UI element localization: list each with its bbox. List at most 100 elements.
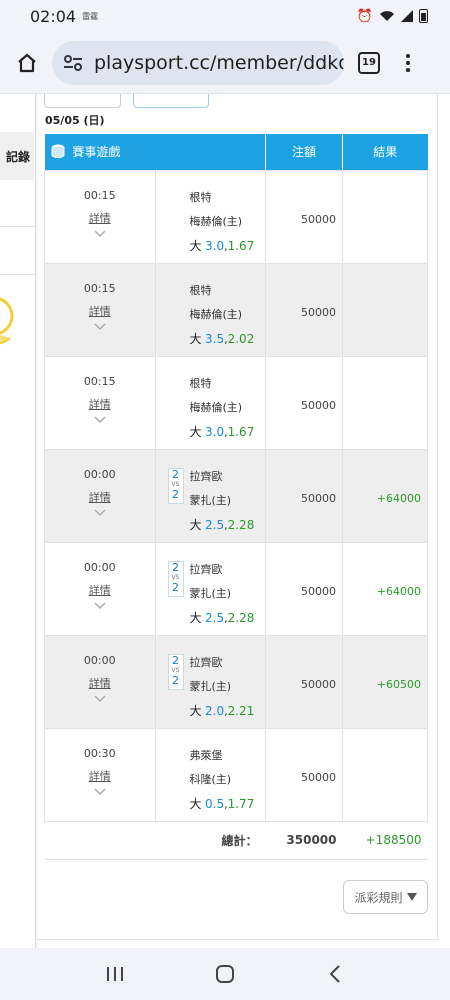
away-team: 根特 bbox=[189, 190, 212, 204]
table-row: 00:00 詳情 2 VS 2 拉齊歐 蒙扎(主) 大 2.5,2.28 500… bbox=[44, 448, 428, 543]
database-icon bbox=[51, 144, 64, 159]
url-text: playsport.cc/member/ddkddl bbox=[94, 51, 344, 74]
detail-link[interactable]: 詳情 bbox=[89, 489, 111, 505]
cell-match: 弗萊堡 科隆(主) 大 0.5,1.77 bbox=[154, 727, 266, 822]
cell-result bbox=[342, 355, 428, 450]
handicap: 0.5 bbox=[205, 796, 225, 811]
site-settings-icon[interactable] bbox=[62, 52, 84, 74]
tab-switcher-button[interactable]: 19 bbox=[358, 51, 380, 74]
battery-icon bbox=[419, 9, 428, 23]
score-away: 2 bbox=[172, 653, 179, 667]
cell-result: +64000 bbox=[342, 541, 428, 636]
detail-link[interactable]: 詳情 bbox=[89, 396, 111, 412]
system-nav-bar bbox=[0, 948, 450, 1000]
score-away: 2 bbox=[172, 467, 179, 481]
bet-line: 大 3.5,2.02 bbox=[189, 331, 255, 346]
cell-time: 00:00 詳情 bbox=[44, 634, 156, 729]
away-team: 拉齊歐 bbox=[189, 655, 223, 669]
signal-icon bbox=[401, 10, 413, 22]
table-row: 00:15 詳情 根特 梅赫倫(主) 大 3.0,1.67 50000 bbox=[44, 169, 428, 264]
odds: 1.77 bbox=[227, 796, 255, 811]
detail-link[interactable]: 詳情 bbox=[89, 210, 111, 226]
chevron-down-icon[interactable] bbox=[94, 229, 106, 238]
over-under: 大 bbox=[189, 238, 202, 253]
handicap: 2.0 bbox=[205, 703, 225, 718]
detail-link[interactable]: 詳情 bbox=[89, 675, 111, 691]
cell-match: 根特 梅赫倫(主) 大 3.0,1.67 bbox=[154, 169, 266, 264]
cell-time: 00:00 詳情 bbox=[44, 541, 156, 636]
score-home: 2 bbox=[172, 580, 179, 594]
divider bbox=[37, 939, 438, 940]
date-label: 05/05 (日) bbox=[45, 114, 105, 127]
detail-link[interactable]: 詳情 bbox=[89, 582, 111, 598]
alarm-icon: ⏰ bbox=[356, 8, 373, 24]
home-team: 蒙扎(主) bbox=[189, 679, 232, 693]
filter-button-1[interactable] bbox=[44, 94, 121, 108]
status-icons: ⏰ bbox=[357, 9, 428, 24]
chevron-down-icon[interactable] bbox=[94, 694, 106, 703]
more-menu-button[interactable] bbox=[404, 53, 412, 72]
cell-time: 00:15 詳情 bbox=[44, 355, 156, 450]
total-amount: 350000 bbox=[265, 820, 343, 860]
table-row: 00:00 詳情 2 VS 2 拉齊歐 蒙扎(主) 大 2.0,2.21 500… bbox=[44, 634, 428, 729]
cell-result bbox=[342, 727, 428, 822]
payout-rules-label: 派彩規則 bbox=[354, 890, 403, 905]
back-button[interactable] bbox=[315, 954, 355, 994]
address-bar[interactable]: playsport.cc/member/ddkddl bbox=[52, 40, 344, 85]
odds: 2.28 bbox=[227, 610, 255, 625]
wifi-icon bbox=[380, 11, 394, 21]
match-time: 00:15 bbox=[83, 188, 116, 202]
bet-line: 大 2.5,2.28 bbox=[189, 610, 255, 625]
away-team: 弗萊堡 bbox=[189, 748, 223, 762]
page-content: 記錄 05/05 (日) 賽事遊戲 注額 結果 00:15 詳情 根特 梅赫倫(… bbox=[0, 94, 450, 948]
match-time: 00:00 bbox=[83, 467, 116, 481]
back-icon bbox=[329, 965, 340, 983]
score-box: 2 VS 2 bbox=[167, 653, 184, 690]
caret-down-icon bbox=[406, 893, 417, 901]
recent-apps-icon bbox=[107, 967, 123, 981]
filter-button-2[interactable] bbox=[133, 94, 209, 108]
record-menu-item[interactable]: 記錄 bbox=[0, 132, 34, 180]
match-time: 00:00 bbox=[83, 653, 116, 667]
header-amount: 注額 bbox=[265, 134, 343, 170]
chevron-down-icon[interactable] bbox=[94, 508, 106, 517]
payout-rules-button[interactable]: 派彩規則 bbox=[343, 880, 428, 914]
table-row: 00:15 詳情 根特 梅赫倫(主) 大 3.0,1.67 50000 bbox=[44, 355, 428, 450]
filter-buttons bbox=[44, 94, 209, 108]
chevron-down-icon[interactable] bbox=[94, 415, 106, 424]
odds: 2.28 bbox=[227, 517, 255, 532]
detail-link[interactable]: 詳情 bbox=[89, 768, 111, 784]
match-time: 00:00 bbox=[83, 560, 116, 574]
chevron-down-icon[interactable] bbox=[94, 787, 106, 796]
match-time: 00:30 bbox=[83, 746, 116, 760]
status-bar: 02:04 雷霆 ⏰ bbox=[0, 0, 450, 32]
total-result: +188500 bbox=[342, 820, 428, 860]
cell-match: 根特 梅赫倫(主) 大 3.5,2.02 bbox=[154, 262, 266, 357]
home-team: 梅赫倫(主) bbox=[189, 400, 243, 414]
handicap: 3.5 bbox=[205, 331, 225, 346]
cell-time: 00:15 詳情 bbox=[44, 262, 156, 357]
over-under: 大 bbox=[189, 796, 202, 811]
home-nav-button[interactable] bbox=[205, 954, 245, 994]
score-away: 2 bbox=[172, 560, 179, 574]
chevron-down-icon[interactable] bbox=[94, 601, 106, 610]
cell-match: 2 VS 2 拉齊歐 蒙扎(主) 大 2.5,2.28 bbox=[154, 541, 266, 636]
cell-result bbox=[342, 262, 428, 357]
cell-amount: 50000 bbox=[265, 169, 343, 264]
home-team: 科隆(主) bbox=[189, 772, 232, 786]
cell-result: +64000 bbox=[342, 448, 428, 543]
recent-apps-button[interactable] bbox=[95, 954, 135, 994]
score-box: 2 VS 2 bbox=[167, 467, 184, 504]
chevron-down-icon[interactable] bbox=[94, 322, 106, 331]
detail-link[interactable]: 詳情 bbox=[89, 303, 111, 319]
cell-amount: 50000 bbox=[265, 448, 343, 543]
handicap: 3.0 bbox=[205, 238, 225, 253]
over-under: 大 bbox=[189, 703, 202, 718]
divider bbox=[0, 274, 35, 275]
table-header: 賽事遊戲 注額 結果 bbox=[44, 134, 428, 170]
divider bbox=[437, 94, 438, 939]
lightbulb-icon[interactable] bbox=[0, 294, 16, 354]
home-button[interactable] bbox=[12, 48, 42, 78]
table-row: 00:15 詳情 根特 梅赫倫(主) 大 3.5,2.02 50000 bbox=[44, 262, 428, 357]
cell-match: 2 VS 2 拉齊歐 蒙扎(主) 大 2.5,2.28 bbox=[154, 448, 266, 543]
